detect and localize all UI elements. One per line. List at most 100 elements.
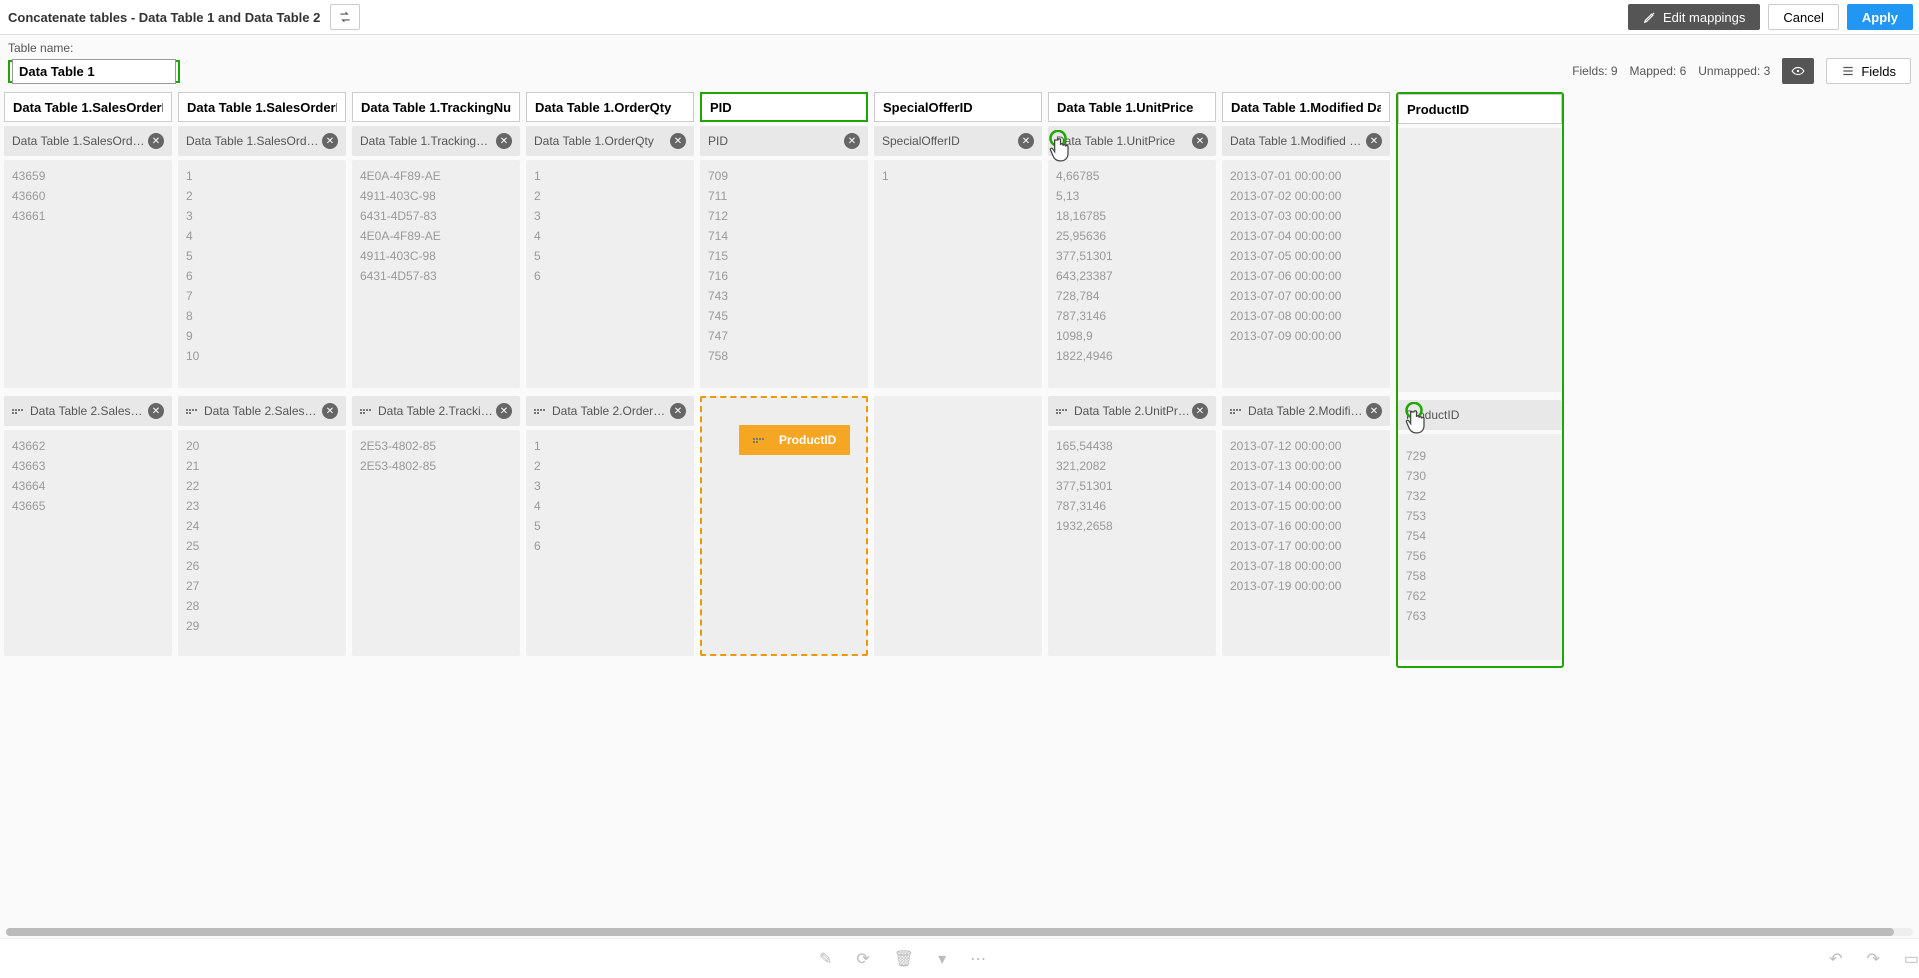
field-mapping-bar[interactable]: Data Table 2.Modified ...✕	[1222, 396, 1390, 426]
remove-mapping-icon[interactable]: ✕	[148, 133, 164, 149]
column-header-input[interactable]	[526, 92, 694, 122]
data-preview-block: 123456	[526, 430, 694, 656]
data-cell: 25	[186, 536, 338, 556]
mapping-column: Data Table 1.SalesOrderD...✕12345678910D…	[178, 92, 346, 668]
data-preview-block: 4,667855,1318,1678525,95636377,51301643,…	[1048, 160, 1216, 388]
mapping-column: ProductID 729730732753754756758762763	[1396, 92, 1564, 668]
drag-chip[interactable]: ProductID	[739, 425, 850, 455]
pencil-icon[interactable]: ✎	[819, 949, 832, 969]
mapping-column: PID✕ 709711712714715716743745747758 Produc…	[700, 92, 868, 668]
column-header-input[interactable]	[1222, 92, 1390, 122]
filter-icon[interactable]: ▾	[938, 949, 946, 969]
table-name-input[interactable]	[12, 59, 176, 84]
window-icon[interactable]: ▭	[1904, 949, 1919, 969]
data-cell: 5	[186, 246, 338, 266]
field-mapping-label: Data Table 1.TrackingNum...	[360, 134, 496, 148]
empty-lower-block	[874, 396, 1042, 656]
data-cell: 2013-07-04 00:00:00	[1230, 226, 1382, 246]
remove-mapping-icon[interactable]: ✕	[496, 403, 512, 419]
data-cell: 3	[534, 206, 686, 226]
column-header-input[interactable]	[874, 92, 1042, 122]
apply-button[interactable]: Apply	[1847, 4, 1913, 30]
data-cell: 1	[882, 166, 1034, 186]
data-cell: 2E53-4802-85	[360, 436, 512, 456]
data-cell: 321,2082	[1056, 456, 1208, 476]
column-header-input[interactable]	[352, 92, 520, 122]
column-header-input[interactable]	[4, 92, 172, 122]
data-preview-block: 165,54438321,2082377,51301787,31461932,2…	[1048, 430, 1216, 656]
data-cell: 758	[708, 346, 860, 366]
remove-mapping-icon[interactable]: ✕	[148, 403, 164, 419]
field-mapping-bar[interactable]: Data Table 2.SalesOrd...✕	[178, 396, 346, 426]
remove-mapping-icon[interactable]: ✕	[1018, 133, 1034, 149]
field-mapping-bar[interactable]: Data Table 2.UnitPrice✕	[1048, 396, 1216, 426]
remove-mapping-icon[interactable]: ✕	[496, 133, 512, 149]
cancel-button[interactable]: Cancel	[1768, 4, 1838, 30]
swap-icon-button[interactable]	[330, 4, 360, 30]
horizontal-scrollbar[interactable]	[6, 928, 1913, 936]
data-cell: 729	[1406, 446, 1554, 466]
data-cell: 643,23387	[1056, 266, 1208, 286]
remove-mapping-icon[interactable]: ✕	[1192, 403, 1208, 419]
data-cell: 2013-07-05 00:00:00	[1230, 246, 1382, 266]
data-cell: 43661	[12, 206, 164, 226]
column-header-input[interactable]	[700, 92, 868, 122]
field-mapping-label: Data Table 2.OrderQty	[552, 404, 670, 418]
field-mapping-label: Data Table 2.SalesOrd...	[30, 404, 148, 418]
column-header-input[interactable]	[1398, 94, 1562, 124]
data-cell: 4E0A-4F89-AE	[360, 226, 512, 246]
mapping-column: Data Table 1.Modified Date✕2013-07-01 00…	[1222, 92, 1390, 668]
remove-mapping-icon[interactable]: ✕	[1366, 403, 1382, 419]
remove-mapping-icon[interactable]: ✕	[1366, 133, 1382, 149]
data-cell: 2013-07-16 00:00:00	[1230, 516, 1382, 536]
remove-mapping-icon[interactable]: ✕	[322, 403, 338, 419]
data-cell: 3	[186, 206, 338, 226]
field-mapping-bar[interactable]: Data Table 2.Tracking...✕	[352, 396, 520, 426]
field-mapping-bar[interactable]: Data Table 1.SalesOrderID✕	[4, 126, 172, 156]
field-mapping-bar[interactable]: ProductID	[1398, 400, 1562, 430]
remove-mapping-icon[interactable]: ✕	[670, 403, 686, 419]
preview-toggle-button[interactable]	[1782, 58, 1814, 84]
drop-target-zone[interactable]: ProductID	[700, 396, 868, 656]
field-mapping-label: Data Table 2.Modified ...	[1248, 404, 1366, 418]
data-cell: 712	[708, 206, 860, 226]
edit-mappings-button[interactable]: Edit mappings	[1628, 4, 1760, 30]
data-cell: 2013-07-17 00:00:00	[1230, 536, 1382, 556]
data-cell: 1	[534, 166, 686, 186]
column-header-input[interactable]	[1048, 92, 1216, 122]
field-mapping-label: Data Table 2.UnitPrice	[1074, 404, 1192, 418]
undo-icon[interactable]: ↶	[1829, 949, 1842, 969]
field-mapping-bar[interactable]: PID✕	[700, 126, 868, 156]
field-mapping-bar[interactable]: SpecialOfferID✕	[874, 126, 1042, 156]
field-mapping-bar[interactable]: Data Table 1.OrderQty✕	[526, 126, 694, 156]
remove-mapping-icon[interactable]: ✕	[670, 133, 686, 149]
unmapped-count: Unmapped: 3	[1698, 64, 1770, 78]
data-cell: 3	[534, 476, 686, 496]
field-mapping-bar[interactable]: Data Table 1.TrackingNum...✕	[352, 126, 520, 156]
top-bar: Concatenate tables - Data Table 1 and Da…	[0, 0, 1919, 35]
field-mapping-bar[interactable]: Data Table 1.Modified Date✕	[1222, 126, 1390, 156]
data-cell: 716	[708, 266, 860, 286]
remove-mapping-icon[interactable]: ✕	[1192, 133, 1208, 149]
data-cell: 2013-07-14 00:00:00	[1230, 476, 1382, 496]
data-cell: 5	[534, 516, 686, 536]
fields-button[interactable]: Fields	[1826, 58, 1911, 84]
field-mapping-bar[interactable]: Data Table 1.UnitPrice✕	[1048, 126, 1216, 156]
more-icon[interactable]: ⋯	[970, 949, 986, 969]
field-mapping-label: SpecialOfferID	[882, 134, 1018, 148]
refresh-icon[interactable]: ⟳	[856, 949, 869, 969]
field-mapping-bar[interactable]: Data Table 2.OrderQty✕	[526, 396, 694, 426]
column-header-input[interactable]	[178, 92, 346, 122]
data-cell: 763	[1406, 606, 1554, 626]
field-mapping-bar[interactable]: Data Table 1.SalesOrderD...✕	[178, 126, 346, 156]
field-mapping-bar[interactable]: Data Table 2.SalesOrd...✕	[4, 396, 172, 426]
mapping-column: Data Table 1.SalesOrderID✕43659436604366…	[4, 92, 172, 668]
data-preview-block: 2E53-4802-852E53-4802-85	[352, 430, 520, 656]
data-preview-block: 709711712714715716743745747758	[700, 160, 868, 388]
trash-icon[interactable]: 🗑	[894, 949, 914, 969]
redo-icon[interactable]: ↷	[1866, 949, 1879, 969]
data-cell: 165,54438	[1056, 436, 1208, 456]
remove-mapping-icon[interactable]: ✕	[322, 133, 338, 149]
remove-mapping-icon[interactable]: ✕	[844, 133, 860, 149]
data-preview-block: 729730732753754756758762763	[1398, 434, 1562, 660]
